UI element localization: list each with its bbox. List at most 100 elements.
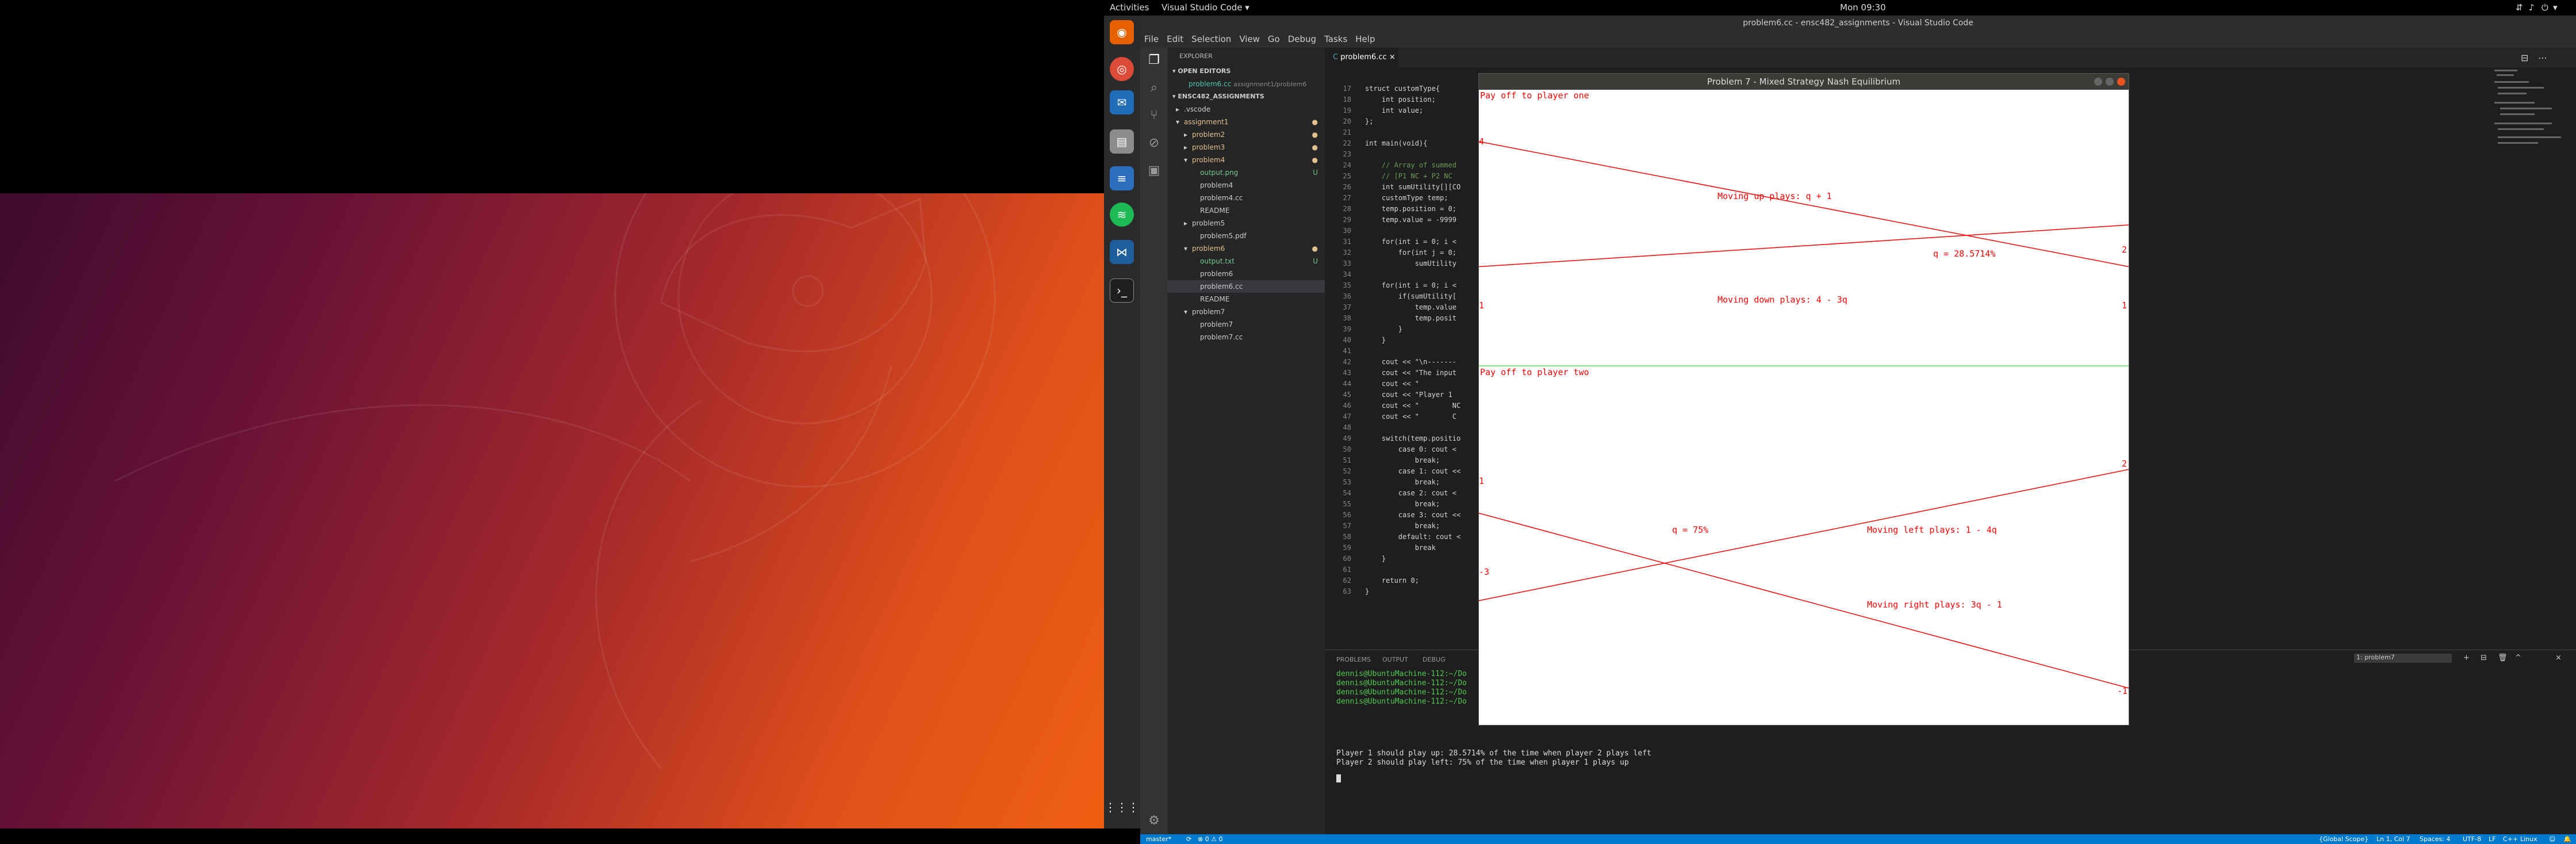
code-line[interactable]: temp.posit — [1365, 314, 1456, 322]
tree-item-problem4[interactable]: ▾ problem4 ● — [1168, 154, 1325, 166]
code-line[interactable]: break; — [1365, 522, 1440, 530]
code-line[interactable]: for(int i = 0; i < — [1365, 238, 1456, 246]
tab-output[interactable]: OUTPUT — [1382, 656, 1408, 663]
code-line[interactable]: // [P1 NC + P2 NC — [1365, 172, 1452, 180]
writer-icon[interactable]: ≡ — [1110, 166, 1134, 190]
menu-go[interactable]: Go — [1264, 31, 1284, 47]
power-icon[interactable]: ⏻ — [2542, 2, 2548, 13]
code-line[interactable]: break; — [1365, 478, 1440, 486]
language-mode[interactable]: C++ — [2503, 834, 2518, 844]
kill-terminal-icon[interactable]: 🗑 — [2498, 654, 2508, 662]
new-terminal-icon[interactable]: + — [2463, 654, 2470, 662]
system-menu-icon[interactable]: ▾ — [2553, 2, 2558, 13]
code-line[interactable]: temp.position = 0; — [1365, 205, 1456, 213]
tree-item--vscode[interactable]: ▸ .vscode — [1168, 103, 1325, 116]
notifications-icon[interactable]: 🔔 — [2563, 834, 2571, 844]
tree-item-readme[interactable]: README — [1168, 204, 1325, 217]
workspace-header[interactable]: ▾ ENSC482_ASSIGNMENTS — [1168, 90, 1325, 103]
menu-selection[interactable]: Selection — [1187, 31, 1235, 47]
maximize-window-button[interactable] — [2106, 78, 2114, 86]
code-line[interactable]: } — [1365, 336, 1386, 344]
encoding[interactable]: UTF-8 — [2463, 834, 2481, 844]
feedback-icon[interactable]: ☺ — [2549, 834, 2555, 844]
thunderbird-icon[interactable]: ✉ — [1110, 90, 1134, 114]
code-line[interactable]: int position; — [1365, 96, 1436, 104]
menu-help[interactable]: Help — [1351, 31, 1379, 47]
tree-item-output-txt[interactable]: output.txt U — [1168, 255, 1325, 268]
terminal-cursor[interactable] — [1336, 774, 1341, 782]
code-line[interactable]: cout << "The input — [1365, 369, 1456, 377]
app-menu[interactable]: Visual Studio Code ▾ — [1162, 2, 1249, 13]
extensions-icon[interactable]: ▣ — [1146, 163, 1162, 179]
tree-item-problem5[interactable]: ▸ problem5 — [1168, 217, 1325, 230]
menu-edit[interactable]: Edit — [1163, 31, 1187, 47]
sync-icon[interactable]: ⟳ — [1186, 834, 1191, 844]
vscode-icon[interactable]: ⋈ — [1110, 240, 1134, 264]
tree-item-problem3[interactable]: ▸ problem3 ● — [1168, 141, 1325, 154]
code-line[interactable]: int value; — [1365, 106, 1423, 114]
menu-view[interactable]: View — [1235, 31, 1264, 47]
terminal-icon[interactable]: ›_ — [1110, 278, 1134, 303]
close-tab-icon[interactable]: × — [1389, 53, 1396, 62]
close-window-button[interactable] — [2117, 78, 2125, 86]
scope-indicator[interactable]: {Global Scope} — [2319, 834, 2368, 844]
code-line[interactable]: // Array of summed — [1365, 161, 1456, 169]
tab-problems[interactable]: PROBLEMS — [1336, 656, 1371, 663]
code-line[interactable]: case 0: cout < — [1365, 445, 1456, 453]
code-line[interactable]: } — [1365, 325, 1402, 333]
volume-icon[interactable]: ♪ — [2529, 2, 2535, 13]
code-line[interactable]: cout << " — [1365, 380, 1419, 388]
problems-count[interactable]: ⊗ 0 ⚠ 0 — [1198, 834, 1223, 844]
tab-debug-console[interactable]: DEBUG — [1423, 656, 1446, 663]
split-terminal-icon[interactable]: ⊟ — [2481, 654, 2487, 662]
code-line[interactable]: cout << " NC — [1365, 402, 1460, 410]
tree-item-problem6[interactable]: ▾ problem6 ● — [1168, 242, 1325, 255]
tree-item-problem4-cc[interactable]: problem4.cc — [1168, 192, 1325, 204]
menu-tasks[interactable]: Tasks — [1320, 31, 1351, 47]
code-line[interactable]: return 0; — [1365, 576, 1419, 585]
network-icon[interactable]: ⇵ — [2516, 2, 2523, 13]
close-panel-icon[interactable]: × — [2555, 654, 2562, 662]
tree-item-problem7[interactable]: ▾ problem7 — [1168, 305, 1325, 318]
code-line[interactable]: temp.value = -9999 — [1365, 216, 1456, 224]
tree-item-problem6[interactable]: problem6 — [1168, 268, 1325, 280]
line-ending[interactable]: LF — [2489, 834, 2496, 844]
minimap[interactable] — [2492, 67, 2561, 182]
firefox-icon[interactable]: ◉ — [1110, 20, 1134, 44]
code-line[interactable]: case 1: cout << — [1365, 467, 1460, 475]
code-line[interactable]: break; — [1365, 500, 1440, 508]
code-line[interactable]: cout << "\n------- — [1365, 358, 1456, 366]
code-line[interactable]: cout << "Player 1 — [1365, 391, 1452, 399]
tree-item-readme[interactable]: README — [1168, 293, 1325, 305]
code-line[interactable]: for(int j = 0; — [1365, 249, 1456, 257]
tab-problem6[interactable]: C problem6.cc × — [1325, 48, 1398, 67]
code-line[interactable]: int main(void){ — [1365, 139, 1427, 147]
explorer-icon[interactable]: ❐ — [1146, 52, 1162, 68]
menu-file[interactable]: File — [1140, 31, 1163, 47]
indentation[interactable]: Spaces: 4 — [2420, 834, 2450, 844]
code-line[interactable]: sumUtility — [1365, 259, 1456, 268]
debug-icon[interactable]: ⊘ — [1146, 135, 1162, 151]
show-applications-icon[interactable]: ⋮⋮⋮ — [1105, 795, 1139, 819]
tree-item-assignment1[interactable]: ▾ assignment1 ● — [1168, 116, 1325, 128]
minimize-window-button[interactable] — [2094, 78, 2102, 86]
os-indicator[interactable]: Linux — [2520, 834, 2537, 844]
code-line[interactable]: default: cout < — [1365, 533, 1460, 541]
maximize-panel-icon[interactable]: ^ — [2515, 654, 2521, 662]
chrome-icon[interactable]: ◎ — [1110, 57, 1134, 81]
open-editor-item[interactable]: problem6.cc assignment1/problem6 — [1168, 78, 1325, 90]
tree-item-problem2[interactable]: ▸ problem2 ● — [1168, 128, 1325, 141]
tree-item-problem7[interactable]: problem7 — [1168, 318, 1325, 331]
cursor-position[interactable]: Ln 1, Col 7 — [2376, 834, 2410, 844]
code-line[interactable]: cout << " C — [1365, 413, 1456, 421]
code-line[interactable]: break; — [1365, 456, 1440, 464]
search-icon[interactable]: ⌕ — [1146, 80, 1162, 96]
code-line[interactable]: case 3: cout << — [1365, 511, 1460, 519]
settings-gear-icon[interactable]: ⚙ — [1146, 813, 1162, 829]
tree-item-problem5-pdf[interactable]: problem5.pdf — [1168, 230, 1325, 242]
files-icon[interactable]: ▤ — [1110, 129, 1134, 154]
code-line[interactable]: struct customType{ — [1365, 85, 1440, 93]
tree-item-output-png[interactable]: output.png U — [1168, 166, 1325, 179]
code-line[interactable]: }; — [1365, 117, 1373, 125]
code-line[interactable]: } — [1365, 587, 1369, 595]
